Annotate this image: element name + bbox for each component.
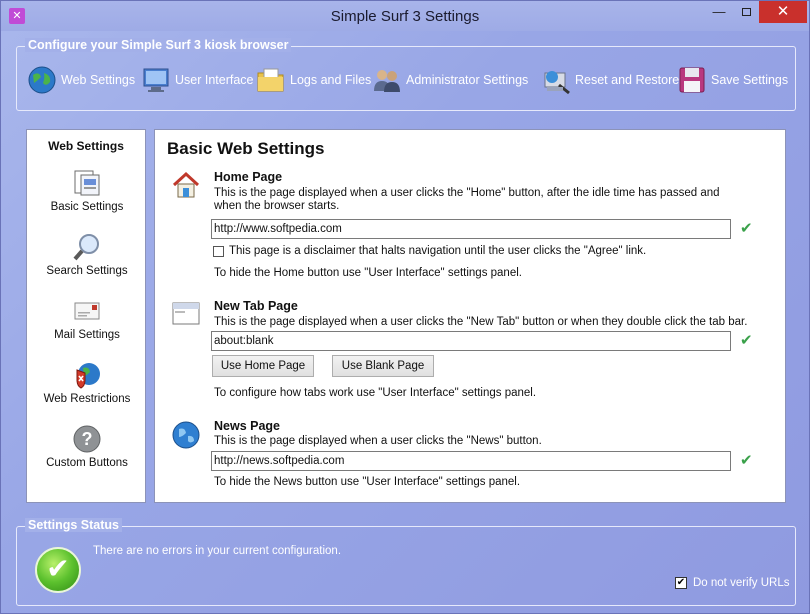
reset-icon (541, 65, 571, 95)
nav-item-basic-settings[interactable]: Basic Settings (27, 168, 147, 213)
configure-group-title: Configure your Simple Surf 3 kiosk brows… (25, 38, 292, 52)
news-page-url-input[interactable]: http://news.softpedia.com (211, 451, 731, 471)
use-home-page-button[interactable]: Use Home Page (212, 355, 314, 377)
new-tab-note: To configure how tabs work use "User Int… (214, 387, 537, 399)
home-url-valid-icon: ✔ (740, 220, 753, 237)
disclaimer-label: This page is a disclaimer that halts nav… (229, 245, 647, 257)
home-page-note: To hide the Home button use "User Interf… (214, 267, 522, 279)
toolbar-administrator-settings[interactable]: Administrator Settings (372, 63, 528, 97)
home-page-url-input[interactable]: http://www.softpedia.com (211, 219, 731, 239)
toolbar-label: Logs and Files (290, 73, 372, 87)
toolbar-reset-and-restore[interactable]: Reset and Restore (541, 63, 679, 97)
home-icon (171, 170, 201, 200)
maximize-button[interactable] (733, 1, 759, 23)
new-tab-url-input[interactable]: about:blank (211, 331, 731, 351)
nav-title: Web Settings (48, 139, 124, 153)
restricted-globe-icon (72, 360, 102, 390)
magnifier-icon (72, 232, 102, 262)
do-not-verify-urls-label: Do not verify URLs (693, 577, 790, 589)
svg-text:?: ? (82, 429, 93, 449)
maximize-icon (741, 8, 751, 16)
nav-label: Web Restrictions (43, 393, 131, 405)
nav-item-custom-buttons[interactable]: ? Custom Buttons (27, 424, 147, 469)
nav-item-web-restrictions[interactable]: Web Restrictions (27, 360, 147, 405)
globe-icon (27, 65, 57, 95)
title-bar[interactable]: ✕ Simple Surf 3 Settings — ✕ (1, 1, 809, 31)
admin-users-icon (372, 65, 402, 95)
home-page-desc-line2: when the browser starts. (214, 200, 340, 212)
nav-item-mail-settings[interactable]: Mail Settings (27, 296, 147, 341)
news-page-note: To hide the News button use "User Interf… (214, 476, 521, 488)
question-icon: ? (72, 424, 102, 454)
news-page-title: News Page (214, 419, 281, 433)
news-url-valid-icon: ✔ (740, 452, 753, 469)
toolbar-label: User Interface (175, 73, 254, 87)
home-page-desc-line1: This is the page displayed when a user c… (214, 187, 720, 199)
toolbar-label: Save Settings (711, 73, 789, 87)
disclaimer-checkbox[interactable] (213, 246, 224, 257)
news-globe-icon (171, 420, 201, 450)
settings-status-group: Settings Status ✔ There are no errors in… (16, 518, 796, 606)
nav-label: Mail Settings (54, 329, 120, 341)
status-ok-icon: ✔ (35, 547, 81, 593)
web-settings-nav: Web Settings Basic Settings Search Setti… (26, 129, 146, 503)
mail-icon (72, 296, 102, 326)
new-tab-page-title: New Tab Page (214, 299, 298, 313)
settings-window: ✕ Simple Surf 3 Settings — ✕ Configure y… (0, 0, 810, 614)
close-button[interactable]: ✕ (759, 1, 807, 23)
news-page-desc: This is the page displayed when a user c… (214, 435, 542, 447)
toolbar-user-interface[interactable]: User Interface (141, 63, 254, 97)
home-page-title: Home Page (214, 170, 283, 184)
monitor-icon (141, 65, 171, 95)
page-title: Basic Web Settings (167, 139, 325, 158)
window-title: Simple Surf 3 Settings (330, 8, 480, 25)
new-tab-page-desc: This is the page displayed when a user c… (214, 316, 748, 328)
use-blank-page-button[interactable]: Use Blank Page (332, 355, 434, 377)
configure-group: Configure your Simple Surf 3 kiosk brows… (16, 38, 796, 111)
toolbar-save-settings[interactable]: Save Settings (677, 63, 788, 97)
nav-label: Basic Settings (50, 201, 124, 213)
nav-label: Search Settings (46, 265, 128, 277)
floppy-disk-icon (677, 65, 707, 95)
do-not-verify-urls-checkbox[interactable]: ✔ (675, 577, 687, 589)
folder-icon (256, 65, 286, 95)
status-group-title: Settings Status (25, 518, 122, 532)
status-message: There are no errors in your current conf… (93, 545, 342, 557)
basic-web-settings-panel: Basic Web Settings Home Page This is the… (154, 129, 786, 503)
toolbar-label: Web Settings (61, 73, 136, 87)
pages-icon (72, 168, 102, 198)
toolbar-label: Administrator Settings (406, 73, 529, 87)
new-tab-url-valid-icon: ✔ (740, 332, 753, 349)
minimize-button[interactable]: — (705, 1, 733, 23)
toolbar-label: Reset and Restore (575, 73, 680, 87)
nav-label: Custom Buttons (46, 457, 128, 469)
toolbar-logs-and-files[interactable]: Logs and Files (256, 63, 371, 97)
nav-item-search-settings[interactable]: Search Settings (27, 232, 147, 277)
toolbar-web-settings[interactable]: Web Settings (27, 63, 135, 97)
new-tab-icon (171, 298, 201, 328)
